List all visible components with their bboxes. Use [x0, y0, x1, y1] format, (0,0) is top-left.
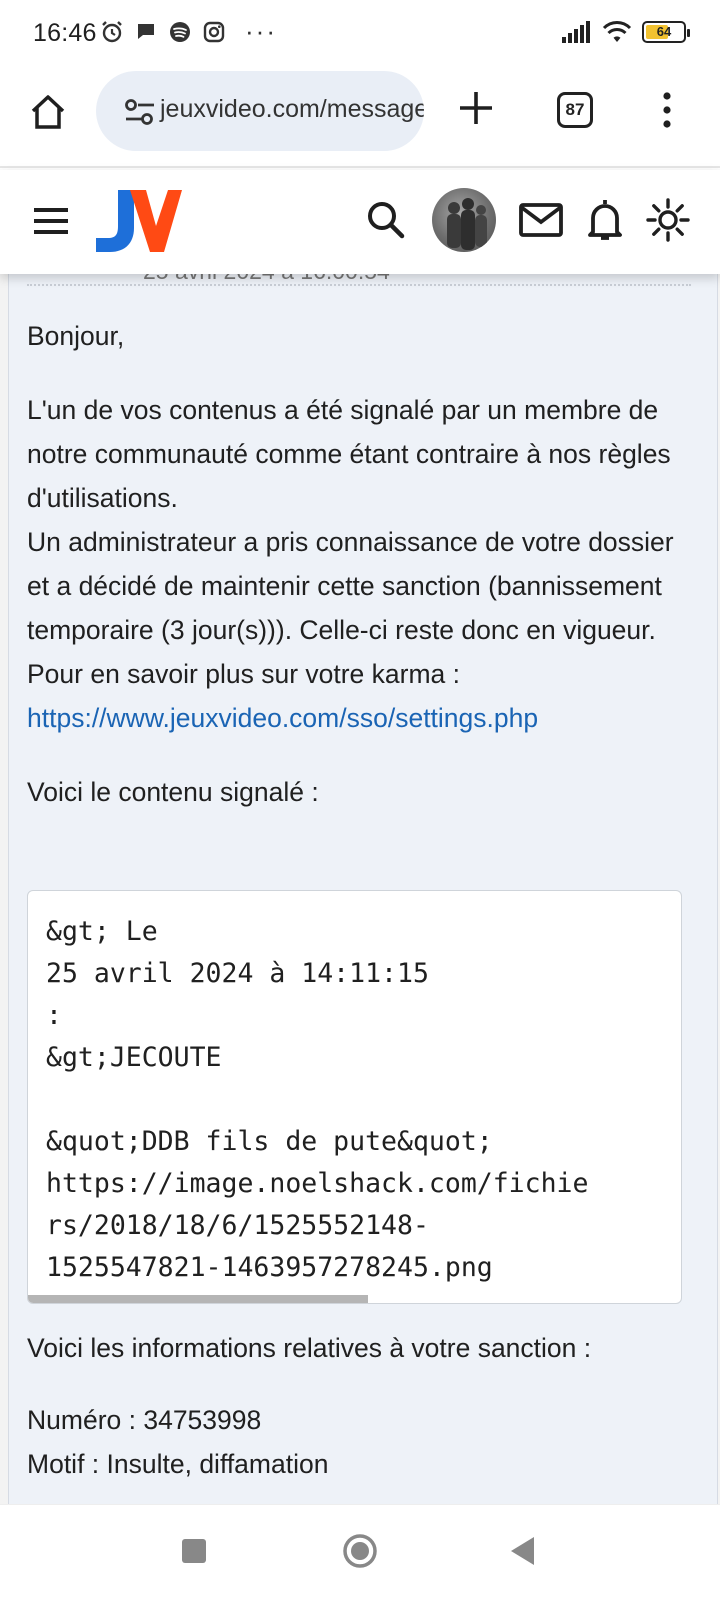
- jv-logo[interactable]: [94, 188, 182, 254]
- alarm-icon: [102, 21, 122, 43]
- tune-icon[interactable]: [124, 97, 156, 127]
- signal-icon: [562, 21, 590, 43]
- sun-icon[interactable]: [646, 198, 690, 242]
- more-notifications-icon: ···: [245, 16, 277, 46]
- hamburger-icon[interactable]: [32, 206, 70, 236]
- sanction-number: Numéro : 34753998: [27, 1405, 262, 1435]
- message-paragraph: Pour en savoir plus sur votre karma :: [27, 659, 461, 689]
- sanction-motif: Motif : Insulte, diffamation: [27, 1449, 329, 1479]
- battery-icon: 64: [642, 21, 690, 43]
- private-message: 25 avril 2024 à 16:00:54 Bonjour, L'un d…: [8, 264, 718, 1504]
- greeting: Bonjour,: [27, 321, 125, 351]
- wifi-icon: [602, 21, 632, 42]
- divider: [27, 284, 691, 286]
- search-icon[interactable]: [366, 200, 406, 240]
- sanction-intro: Voici les informations relatives à votre…: [27, 1333, 592, 1363]
- message-paragraph: L'un de vos contenus a été signalé par u…: [27, 395, 671, 513]
- browser-toolbar: jeuxvideo.com/messages-prives/message 87: [0, 68, 720, 168]
- home-button-icon[interactable]: [342, 1533, 378, 1569]
- url-text[interactable]: jeuxvideo.com/messages-prives/message: [160, 95, 424, 124]
- instagram-icon: [203, 21, 225, 43]
- chat-bubble-icon: [138, 24, 154, 39]
- horizontal-scrollbar[interactable]: [28, 1295, 368, 1303]
- karma-settings-link[interactable]: https://www.jeuxvideo.com/sso/settings.p…: [27, 703, 538, 733]
- avatar-silhouettes: [447, 198, 487, 250]
- bell-icon[interactable]: [585, 198, 625, 242]
- mail-icon[interactable]: [519, 203, 563, 237]
- message-body: Bonjour, L'un de vos contenus a été sign…: [27, 314, 695, 814]
- more-vertical-icon[interactable]: [660, 90, 674, 130]
- reported-content-box[interactable]: &gt; Le 25 avril 2024 à 14:11:15 : &gt;J…: [27, 890, 682, 1304]
- battery-tip: [687, 29, 690, 37]
- page-content: 25 avril 2024 à 16:00:54 Bonjour, L'un d…: [0, 264, 720, 1504]
- avatar[interactable]: [432, 188, 496, 252]
- tab-switcher-button[interactable]: 87: [557, 92, 593, 128]
- new-tab-icon[interactable]: [456, 88, 496, 128]
- system-icons: 64: [562, 20, 690, 44]
- reported-content-intro: Voici le contenu signalé :: [27, 777, 319, 807]
- system-navigation-bar: [0, 1504, 720, 1600]
- site-header: [0, 170, 720, 274]
- spotify-icon: [170, 22, 190, 42]
- battery-level: 64: [656, 24, 672, 39]
- status-bar: 16:46 ··· 64: [0, 0, 720, 68]
- home-icon[interactable]: [28, 92, 68, 132]
- status-time: 16:46: [33, 19, 97, 47]
- message-paragraph: Un administrateur a pris connaissance de…: [27, 527, 674, 645]
- back-button-icon[interactable]: [508, 1535, 536, 1567]
- recent-apps-button[interactable]: [182, 1539, 206, 1563]
- address-bar[interactable]: jeuxvideo.com/messages-prives/message: [96, 71, 424, 151]
- reported-content: &gt; Le 25 avril 2024 à 14:11:15 : &gt;J…: [46, 916, 589, 1283]
- notification-icons: [100, 20, 226, 44]
